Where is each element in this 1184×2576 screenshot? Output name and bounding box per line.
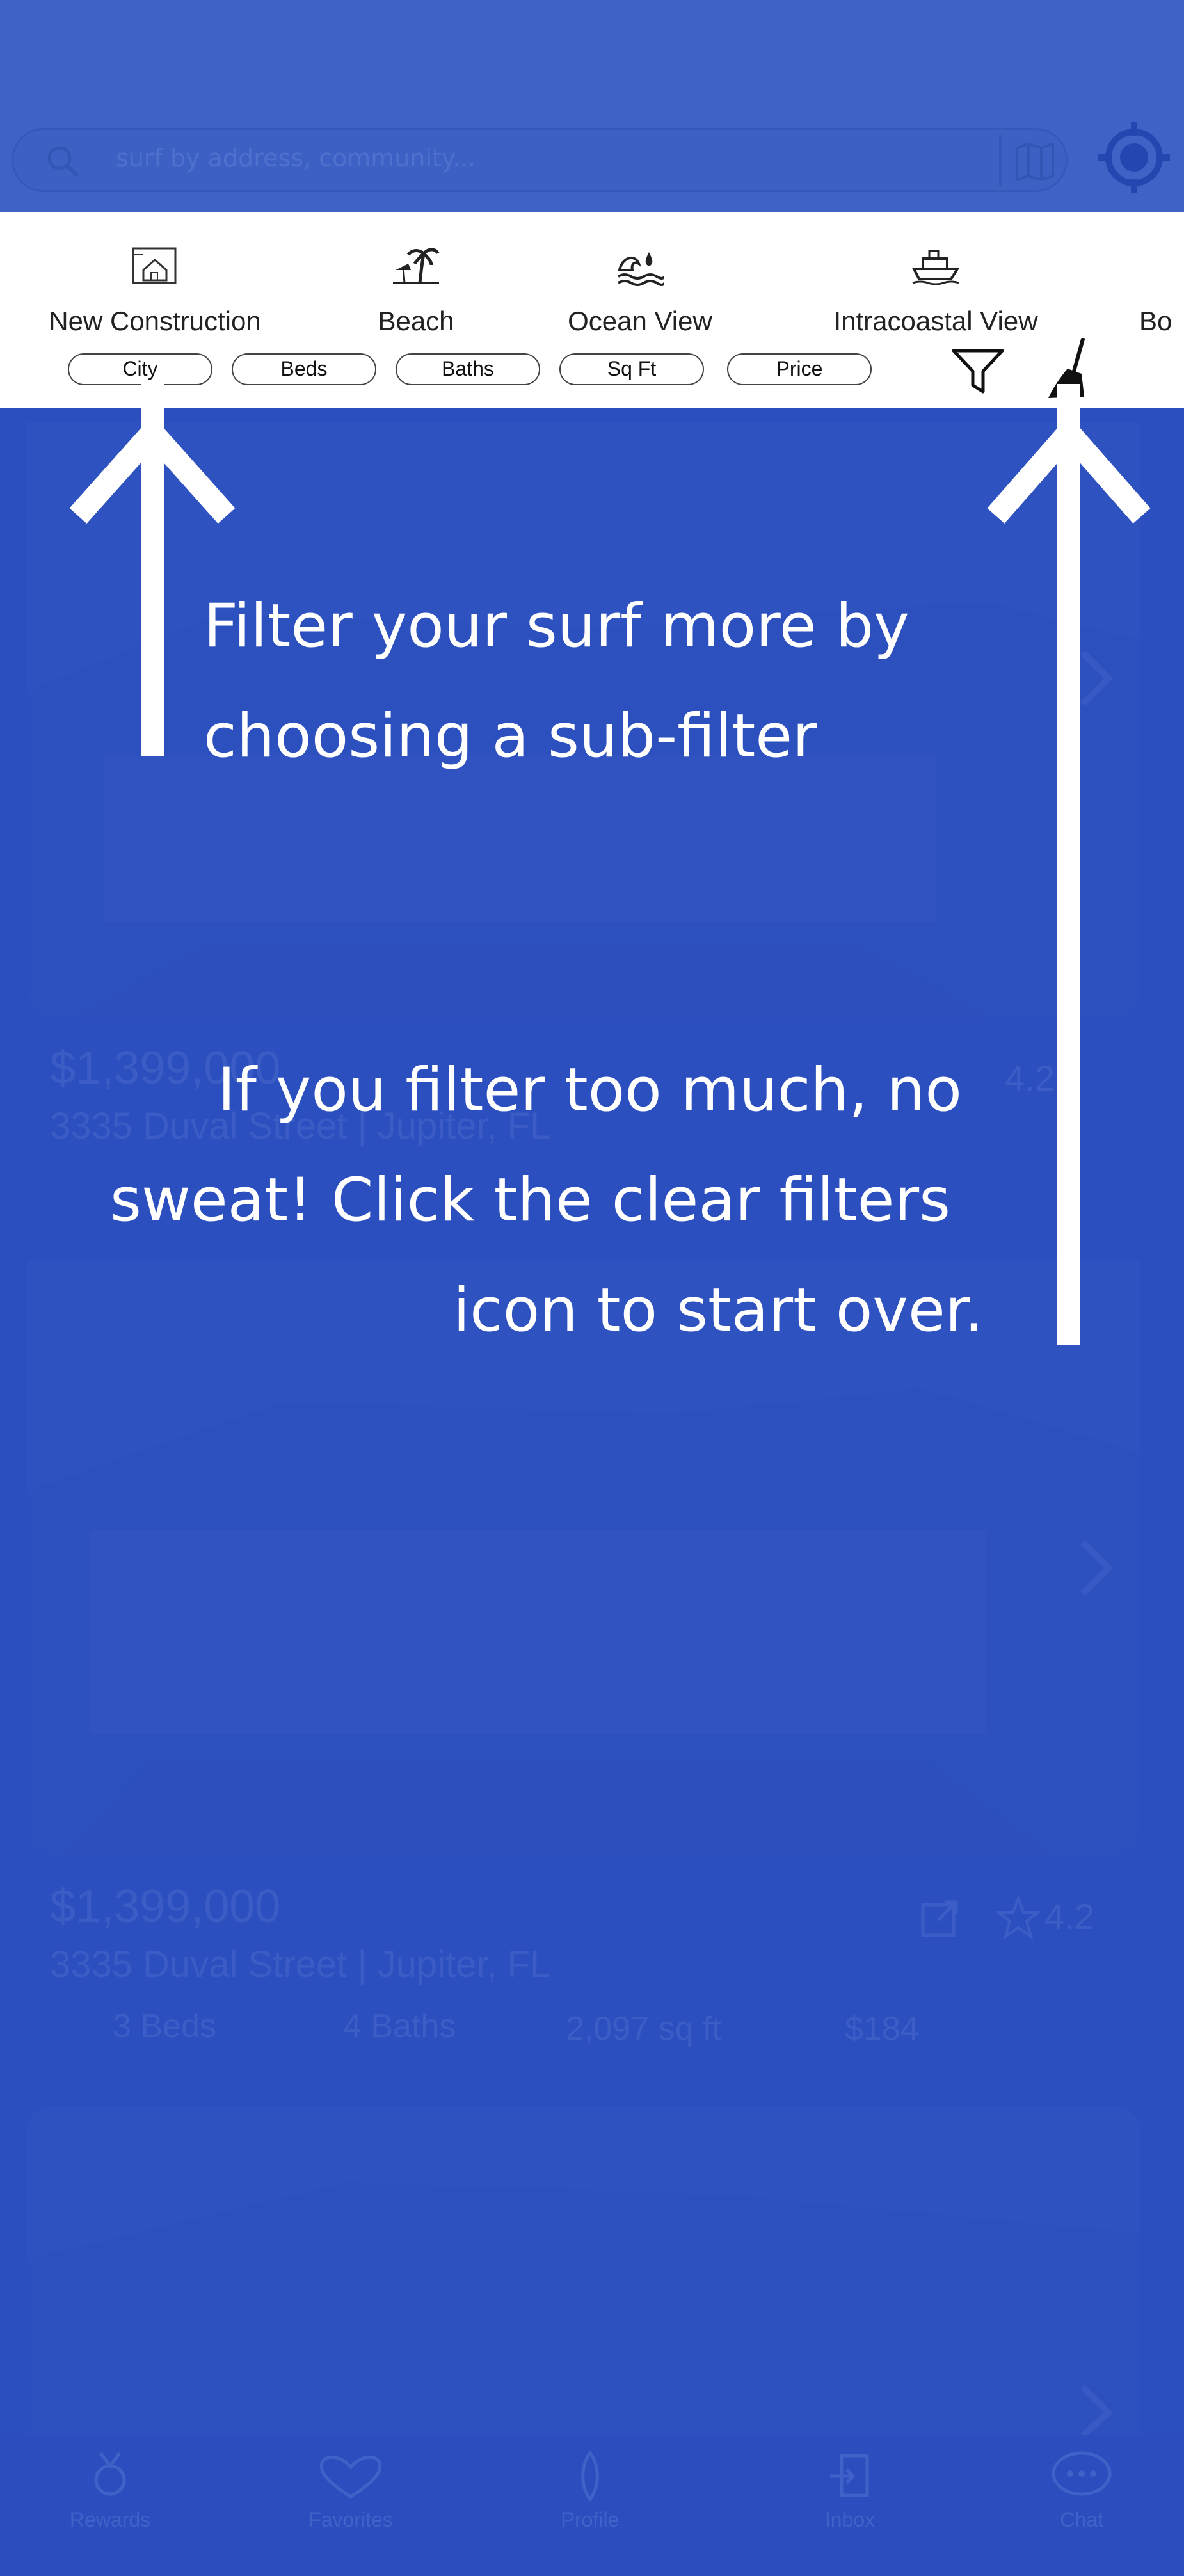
listing-address: 3335 Duval Street | Jupiter, FL <box>50 1944 551 1985</box>
map-icon[interactable] <box>1012 139 1058 185</box>
search-divider <box>999 135 1002 186</box>
favorites-heart-icon <box>319 2455 382 2499</box>
nav-rewards[interactable]: Rewards <box>46 2451 174 2532</box>
category-label: Intracoastal View <box>833 306 1038 336</box>
category-beach[interactable]: Beach <box>288 212 544 340</box>
search-input[interactable]: surf by address, community... <box>116 144 476 172</box>
boat-icon <box>911 250 960 285</box>
tutorial-message-clear-line3: icon to start over. <box>453 1276 984 1345</box>
category-ocean-view[interactable]: Ocean View <box>512 212 768 340</box>
category-intracoastal-view[interactable]: Intracoastal View <box>808 212 1064 340</box>
top-header: surf by address, community... <box>0 0 1184 212</box>
rewards-icon <box>94 2452 126 2496</box>
nav-profile[interactable]: Profile <box>526 2450 654 2532</box>
share-icon[interactable] <box>919 1898 960 1939</box>
star-icon[interactable] <box>996 1896 1041 1940</box>
nav-chat[interactable]: Chat <box>1018 2451 1146 2532</box>
listing-price-per-sqft: $184 <box>845 2010 919 2047</box>
category-label: Bo <box>1139 306 1172 336</box>
nav-label: Favorites <box>308 2508 393 2531</box>
inbox-icon <box>830 2454 869 2497</box>
tutorial-message-subfilter-line2: choosing a sub-filter <box>204 701 817 771</box>
search-icon <box>47 146 78 177</box>
locate-icon[interactable] <box>1096 119 1172 196</box>
search-bar[interactable]: surf by address, community... <box>12 128 1068 192</box>
nav-label: Inbox <box>824 2508 876 2531</box>
profile-surfboard-icon <box>581 2450 599 2502</box>
bottom-nav: Rewards Favorites Profile Inbox Chat <box>0 2435 1184 2576</box>
beach-palm-icon <box>393 248 440 284</box>
nav-label: Rewards <box>69 2508 151 2531</box>
listing-sqft: 2,097 sq ft <box>566 2010 721 2047</box>
listing-price: $1,399,000 <box>50 1881 281 1932</box>
category-label: Beach <box>378 306 454 336</box>
category-new-construction[interactable]: New Construction <box>27 212 283 340</box>
listing-baths: 4 Baths <box>343 2008 456 2045</box>
nav-inbox[interactable]: Inbox <box>786 2451 914 2532</box>
listing-beds: 3 Beds <box>113 2008 216 2045</box>
tutorial-message-subfilter: Filter your surf more by <box>204 591 909 661</box>
arrow-up-right-icon <box>987 384 1151 1345</box>
category-label: Ocean View <box>568 306 712 336</box>
nav-label: Profile <box>561 2508 620 2531</box>
category-partial[interactable]: Bo <box>1139 212 1184 340</box>
tutorial-message-clear: If you filter too much, no <box>218 1055 962 1125</box>
house-photo-image <box>27 2106 1140 2435</box>
chat-bubble-icon <box>1052 2451 1112 2496</box>
listing-rating: 4.2 <box>1044 1896 1094 1937</box>
ocean-wave-icon <box>617 252 664 286</box>
house-blueprint-icon <box>132 247 177 284</box>
category-label: New Construction <box>49 306 261 336</box>
nav-label: Chat <box>1060 2508 1103 2531</box>
tutorial-message-clear-line2: sweat! Click the clear filters <box>110 1165 951 1235</box>
nav-favorites[interactable]: Favorites <box>287 2451 415 2532</box>
listing-photo[interactable] <box>27 2106 1140 2435</box>
